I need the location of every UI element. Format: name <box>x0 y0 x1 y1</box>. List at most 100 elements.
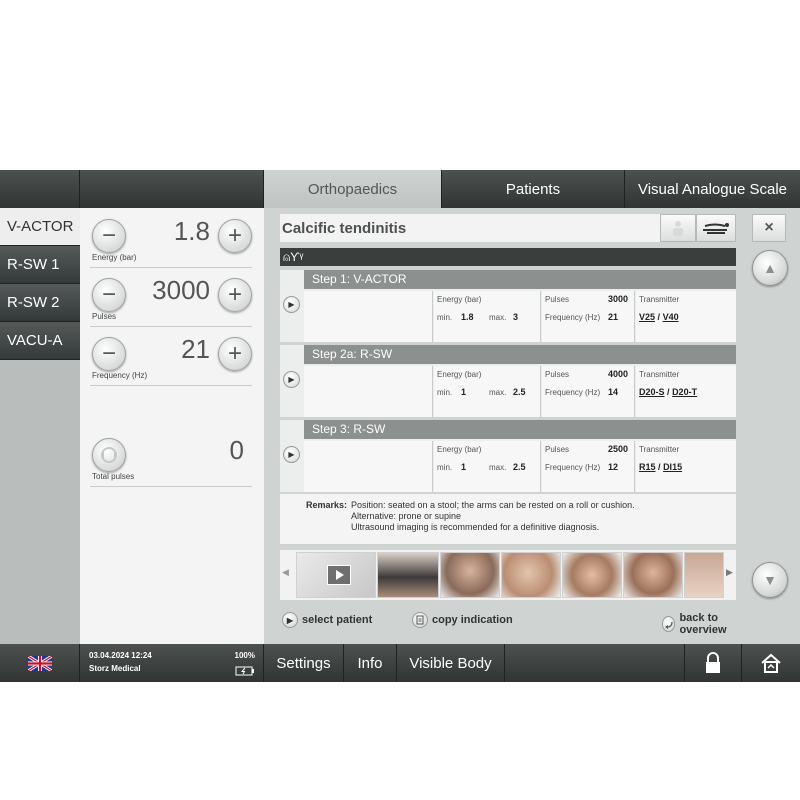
transmitter-link-r15[interactable]: R15 <box>639 462 656 472</box>
step-max-label: max. <box>489 463 507 472</box>
frequency-decrease-button[interactable]: − <box>92 337 126 371</box>
gallery-image-treatment[interactable] <box>562 552 622 598</box>
back-to-overview-link[interactable]: back to overview <box>662 612 752 636</box>
step-pulses-label: Pulses <box>545 295 570 304</box>
transmitter-link-v40[interactable]: V40 <box>663 312 679 322</box>
step-3-pulses: Pulses 2500 Frequency (Hz) 12 <box>542 441 635 492</box>
scroll-up-button[interactable]: ▲ <box>752 250 788 286</box>
menu-item-v-actor[interactable]: V-ACTOR <box>0 208 80 246</box>
menu-item-vacu-a[interactable]: VACU-A <box>0 322 80 360</box>
indication-panel: Calcific tendinitis × ⍝Ƴᵞ Step 1: V-ACTO… <box>264 208 800 644</box>
visible-body-button[interactable]: Visible Body <box>397 644 505 682</box>
step-3-play-button[interactable]: ▶ <box>283 446 300 463</box>
step-frequency-label: Frequency (Hz) <box>545 313 601 322</box>
step-2a-play-button[interactable]: ▶ <box>283 371 300 388</box>
status-area: 03.04.2024 12:24 Storz Medical 100% <box>80 644 264 682</box>
step-transmitter-label: Transmitter <box>639 445 680 454</box>
gallery-image-neck[interactable] <box>440 552 500 598</box>
date-time: 03.04.2024 12:24 <box>89 651 152 660</box>
step-1-frequency-value: 21 <box>607 312 618 322</box>
transmitter-link-d20-t[interactable]: D20-T <box>672 387 697 397</box>
back-arrow-icon <box>662 616 676 632</box>
step-2a-title: Step 2a: R-SW <box>304 345 736 364</box>
step-transmitter-label: Transmitter <box>639 295 680 304</box>
info-button[interactable]: Info <box>344 644 397 682</box>
energy-control: − 1.8 + Energy (bar) <box>90 214 252 268</box>
step-1-title: Step 1: V-ACTOR <box>304 270 736 289</box>
energy-decrease-button[interactable]: − <box>92 219 126 253</box>
step-energy-label: Energy (bar) <box>437 295 482 304</box>
frequency-increase-button[interactable]: + <box>218 337 252 371</box>
remarks-line-2: Alternative: prone or supine <box>351 511 462 521</box>
step-2a-blank <box>304 366 433 417</box>
step-1-pulses: Pulses 3000 Frequency (Hz) 21 <box>542 291 635 342</box>
step-2a-frequency-value: 14 <box>607 387 618 397</box>
gallery-image-anatomy[interactable] <box>684 552 724 598</box>
step-transmitter-label: Transmitter <box>639 370 680 379</box>
company-name: Storz Medical <box>89 664 141 673</box>
lock-icon <box>706 652 720 673</box>
transmitter-link-v25[interactable]: V25 <box>639 312 655 322</box>
copy-indication-link[interactable]: copy indication <box>412 612 513 628</box>
language-button[interactable] <box>0 644 80 682</box>
transmitter-link-d20-s[interactable]: D20-S <box>639 387 665 397</box>
person-icon[interactable] <box>660 214 696 242</box>
pulses-control: − 3000 + Pulses <box>90 273 252 327</box>
transmitter-separator: / <box>658 462 661 472</box>
step-2a-transmitter: Transmitter D20-S / D20-T <box>636 366 736 417</box>
image-gallery: ◀ ▶ <box>280 550 736 600</box>
tab-orthopaedics[interactable]: Orthopaedics <box>264 170 442 208</box>
action-links: ▶ select patient copy indication back to… <box>280 610 752 636</box>
step-max-label: max. <box>489 313 507 322</box>
step-min-label: min. <box>437 313 453 322</box>
step-1-max: 3 <box>513 312 519 322</box>
step-1-transmitter: Transmitter V25 / V40 <box>636 291 736 342</box>
select-patient-link[interactable]: ▶ select patient <box>282 612 372 628</box>
transmitter-menu: V-ACTOR R-SW 1 R-SW 2 VACU-A <box>0 208 80 644</box>
pulses-decrease-button[interactable]: − <box>92 278 126 312</box>
step-energy-label: Energy (bar) <box>437 370 482 379</box>
pulses-increase-button[interactable]: + <box>218 278 252 312</box>
step-3-min: 1 <box>461 462 467 472</box>
gallery-right-arrow-icon[interactable]: ▶ <box>726 567 733 578</box>
battery-charging-icon <box>235 663 255 680</box>
gallery-video-thumbnail[interactable] <box>296 552 376 598</box>
lock-button[interactable] <box>685 644 742 682</box>
step-energy-label: Energy (bar) <box>437 445 482 454</box>
select-patient-label: select patient <box>302 614 373 626</box>
step-pulses-label: Pulses <box>545 370 570 379</box>
step-min-label: min. <box>437 388 453 397</box>
gallery-left-arrow-icon[interactable]: ◀ <box>282 567 289 578</box>
step-2a-max: 2.5 <box>513 387 526 397</box>
copy-indication-label: copy indication <box>432 614 513 626</box>
transmitter-link-di15[interactable]: DI15 <box>663 462 682 472</box>
step-3-title: Step 3: R-SW <box>304 420 736 439</box>
video-play-icon <box>327 565 351 585</box>
remarks-label: Remarks: <box>306 500 348 510</box>
gallery-image-shoulder[interactable] <box>501 552 561 598</box>
footer-blank <box>505 644 685 682</box>
patient-lying-icon[interactable] <box>696 214 736 242</box>
transmitter-separator: / <box>657 312 661 322</box>
step-2a: Step 2a: R-SW ▶ Energy (bar) min. 1 max.… <box>280 345 736 417</box>
tab-visual-analogue-scale[interactable]: Visual Analogue Scale <box>625 170 800 208</box>
menu-item-r-sw-2[interactable]: R-SW 2 <box>0 284 80 322</box>
topbar-blank-left <box>0 170 80 208</box>
top-tab-bar: Orthopaedics Patients Visual Analogue Sc… <box>0 170 800 208</box>
step-pulses-label: Pulses <box>545 445 570 454</box>
tool-strip: ⍝Ƴᵞ <box>280 248 736 266</box>
step-1-play-button[interactable]: ▶ <box>283 296 300 313</box>
settings-button[interactable]: Settings <box>264 644 344 682</box>
gallery-image-back[interactable] <box>377 552 439 598</box>
back-to-overview-label: back to overview <box>679 612 727 636</box>
tool-icons[interactable]: ⍝Ƴᵞ <box>283 250 303 264</box>
energy-increase-button[interactable]: + <box>218 219 252 253</box>
menu-item-r-sw-1[interactable]: R-SW 1 <box>0 246 80 284</box>
tab-patients[interactable]: Patients <box>442 170 625 208</box>
step-1-pulses-value: 3000 <box>607 294 628 304</box>
reset-counter-icon[interactable] <box>92 438 126 472</box>
home-button[interactable] <box>742 644 800 682</box>
scroll-down-button[interactable]: ▼ <box>752 562 788 598</box>
remarks-box: Remarks: Position: seated on a stool; th… <box>280 494 736 544</box>
gallery-image-lying[interactable] <box>623 552 683 598</box>
